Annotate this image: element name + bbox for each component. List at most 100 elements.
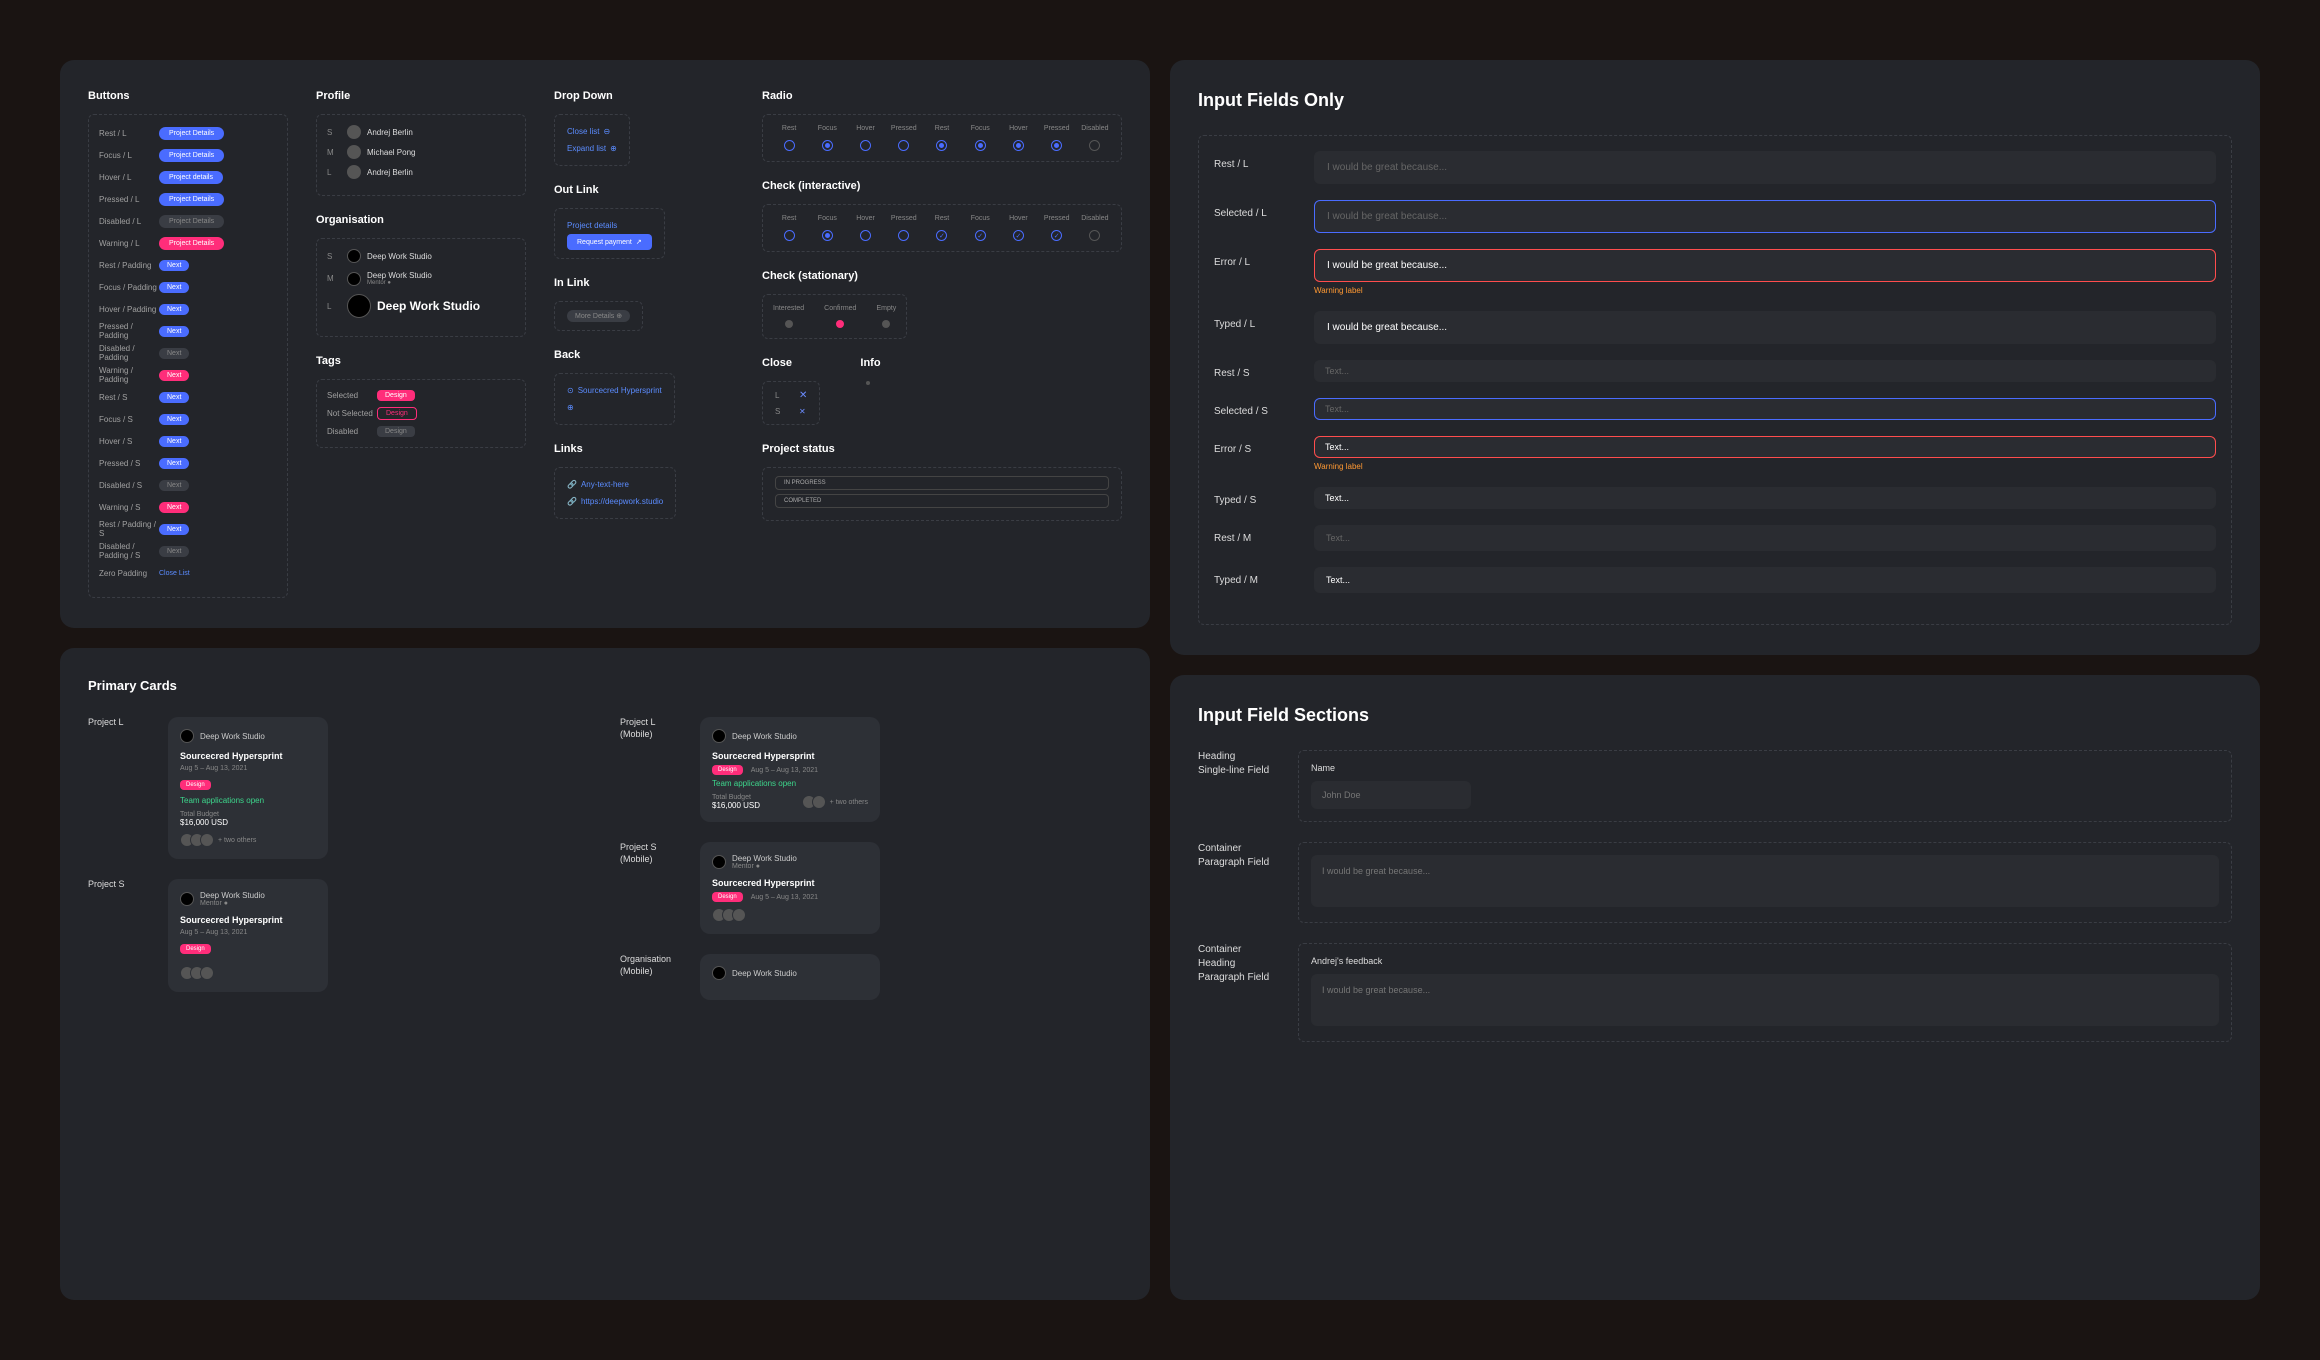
- button-17[interactable]: Next: [159, 502, 189, 513]
- input-fields-panel: Input Fields Only Rest / LSelected / LEr…: [1170, 60, 2260, 655]
- button-state-label: Hover / L: [99, 173, 159, 182]
- project-s-card[interactable]: Deep Work StudioMentor ● Sourcecred Hype…: [168, 879, 328, 992]
- radio-option[interactable]: [822, 140, 833, 151]
- project-s-mobile-card[interactable]: Deep Work StudioMentor ● Sourcecred Hype…: [700, 842, 880, 934]
- cs-empty: Empty: [876, 305, 896, 312]
- project-l-mobile-card[interactable]: Deep Work Studio Sourcecred Hypersprint …: [700, 717, 880, 822]
- button-15[interactable]: Next: [159, 458, 189, 469]
- button-1[interactable]: Project Details: [159, 149, 224, 162]
- button-state-label: Focus / S: [99, 415, 159, 424]
- check-option[interactable]: [822, 230, 833, 241]
- project-s-mobile-label: Project S (Mobile): [620, 842, 680, 865]
- zero-padding-link[interactable]: Close List: [159, 570, 190, 577]
- inlink-btn[interactable]: More Details ⊕: [567, 310, 630, 322]
- link-1[interactable]: 🔗 Any-text-here: [567, 476, 663, 493]
- button-18[interactable]: Next: [159, 524, 189, 535]
- paragraph-input[interactable]: [1311, 974, 2219, 1026]
- button-11[interactable]: Next: [159, 370, 189, 381]
- tag[interactable]: Design: [377, 426, 415, 437]
- radio-option[interactable]: [1013, 140, 1024, 151]
- text-input[interactable]: [1314, 360, 2216, 382]
- button-16[interactable]: Next: [159, 480, 189, 491]
- check-stationary-title: Check (stationary): [762, 270, 1122, 282]
- check-header: Rest: [773, 215, 805, 222]
- inlink-title: In Link: [554, 277, 734, 289]
- radio-header: Focus: [964, 125, 996, 132]
- org-logo-icon: [347, 294, 371, 318]
- button-19[interactable]: Next: [159, 546, 189, 557]
- dot-empty: [882, 320, 890, 328]
- text-input[interactable]: [1314, 249, 2216, 282]
- card-avatars: + two others: [802, 795, 868, 809]
- radio-option[interactable]: [898, 140, 909, 151]
- check-option[interactable]: [1013, 230, 1024, 241]
- card-title: Sourcecred Hypersprint: [712, 878, 868, 888]
- button-8[interactable]: Next: [159, 304, 189, 315]
- button-12[interactable]: Next: [159, 392, 189, 403]
- button-2[interactable]: Project details: [159, 171, 223, 184]
- button-7[interactable]: Next: [159, 282, 189, 293]
- button-5[interactable]: Project Details: [159, 237, 224, 250]
- radio-header: Focus: [811, 125, 843, 132]
- project-status-title: Project status: [762, 443, 1122, 455]
- radio-option[interactable]: [1051, 140, 1062, 151]
- close-section: Close L✕ S✕: [762, 357, 820, 425]
- org-logo-icon: [180, 729, 194, 743]
- check-option[interactable]: [860, 230, 871, 241]
- tag[interactable]: Design: [377, 407, 417, 420]
- text-input[interactable]: [1314, 151, 2216, 184]
- radio-option[interactable]: [784, 140, 795, 151]
- check-option[interactable]: [784, 230, 795, 241]
- check-header: Focus: [811, 215, 843, 222]
- field-heading: Andrej's feedback: [1311, 956, 2219, 966]
- button-state-label: Focus / Padding: [99, 283, 159, 292]
- dropdown-expand[interactable]: Expand list ⊕: [567, 140, 617, 157]
- radio-header: Hover: [1002, 125, 1034, 132]
- dropdown-close[interactable]: Close list ⊖: [567, 123, 617, 140]
- text-input[interactable]: [1314, 200, 2216, 233]
- button-9[interactable]: Next: [159, 326, 189, 337]
- text-input[interactable]: [1314, 436, 2216, 458]
- org-mobile-card[interactable]: Deep Work Studio: [700, 954, 880, 1000]
- text-input[interactable]: [1314, 525, 2216, 551]
- radio-option[interactable]: [860, 140, 871, 151]
- text-input[interactable]: [1314, 398, 2216, 420]
- project-l-card[interactable]: Deep Work Studio Sourcecred Hypersprint …: [168, 717, 328, 859]
- check-option[interactable]: [975, 230, 986, 241]
- radio-option[interactable]: [975, 140, 986, 151]
- text-input[interactable]: [1314, 311, 2216, 344]
- button-4[interactable]: Project Details: [159, 215, 224, 228]
- check-header: Focus: [964, 215, 996, 222]
- back-item[interactable]: ⊙ Sourcecred Hypersprint: [567, 382, 662, 399]
- link-icon: 🔗: [567, 497, 577, 506]
- link-2[interactable]: 🔗 https://deepwork.studio: [567, 493, 663, 510]
- card-status: Team applications open: [180, 796, 316, 805]
- outlink-pill[interactable]: Request payment ↗: [567, 234, 652, 250]
- org-logo-icon: [712, 855, 726, 869]
- paragraph-input[interactable]: [1311, 855, 2219, 907]
- text-input[interactable]: [1314, 567, 2216, 593]
- card-tag: Design: [712, 765, 743, 775]
- status-in-progress: IN PROGRESS: [775, 476, 1109, 490]
- button-6[interactable]: Next: [159, 260, 189, 271]
- button-10[interactable]: Next: [159, 348, 189, 359]
- button-3[interactable]: Project Details: [159, 193, 224, 206]
- button-state-label: Rest / Padding: [99, 261, 159, 270]
- close-icon-s[interactable]: ✕: [799, 407, 806, 416]
- check-option[interactable]: [936, 230, 947, 241]
- button-13[interactable]: Next: [159, 414, 189, 425]
- card-title: Sourcecred Hypersprint: [180, 915, 316, 925]
- text-input[interactable]: [1314, 487, 2216, 509]
- button-0[interactable]: Project Details: [159, 127, 224, 140]
- outlink-text[interactable]: Project details: [567, 217, 652, 234]
- section-container: Andrej's feedback: [1298, 943, 2232, 1042]
- check-option[interactable]: [1051, 230, 1062, 241]
- close-icon-l[interactable]: ✕: [799, 390, 807, 401]
- back-item-2[interactable]: ⊕: [567, 399, 662, 416]
- tag[interactable]: Design: [377, 390, 415, 401]
- card-avatars: + two others: [180, 833, 316, 847]
- radio-option[interactable]: [936, 140, 947, 151]
- button-14[interactable]: Next: [159, 436, 189, 447]
- check-option[interactable]: [898, 230, 909, 241]
- single-line-input[interactable]: [1311, 781, 1471, 809]
